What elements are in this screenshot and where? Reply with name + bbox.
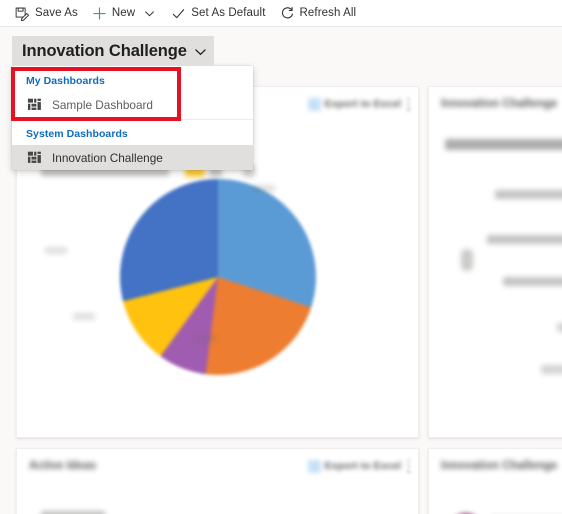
pie-label-3 (45, 247, 67, 254)
dashboard-selector-flyout: My Dashboards Sample Dashboard System Da… (12, 66, 253, 170)
plus-icon (92, 6, 107, 21)
pie-chart-area (25, 125, 410, 429)
save-as-icon (15, 6, 30, 21)
detail-field-value-2 (487, 235, 562, 244)
pie-label-1 (195, 335, 217, 342)
new-label: New (111, 7, 136, 19)
pie-chart[interactable] (119, 179, 316, 375)
export-to-excel-button[interactable]: Export to Excel (307, 459, 401, 473)
person-icon (461, 249, 473, 271)
excel-icon (307, 459, 321, 473)
checkmark-icon (171, 6, 186, 21)
detail-tile-bottom-right-header: Innovation Challenge (429, 449, 562, 483)
save-as-label: Save As (35, 7, 78, 19)
dashboard-selector[interactable]: Innovation Challenge (12, 36, 214, 66)
export-label: Export to Excel (324, 98, 401, 110)
detail-tile-right[interactable]: Innovation Challenge (428, 86, 562, 438)
dashboard-icon (26, 150, 42, 166)
more-options-icon[interactable] (407, 97, 410, 111)
dashboard-page: Challenge Status Export to Excel (0, 0, 562, 514)
refresh-all-button[interactable]: Refresh All (273, 0, 364, 26)
flyout-item-sample-dashboard-label: Sample Dashboard (52, 97, 153, 112)
set-as-default-label: Set As Default (191, 7, 266, 19)
detail-tile-bottom-right-title: Innovation Challenge (441, 460, 558, 472)
export-to-excel-button[interactable]: Export to Excel (307, 97, 401, 111)
group-header-system-dashboards: System Dashboards (26, 128, 128, 140)
chevron-down-icon[interactable] (141, 5, 157, 21)
more-options-icon[interactable] (407, 459, 410, 473)
flyout-item-innovation-challenge-label: Innovation Challenge (52, 150, 163, 165)
list-tile-bottom-left-actions[interactable]: Export to Excel (307, 459, 410, 473)
detail-field-value-3 (503, 277, 562, 286)
detail-field-value-5 (541, 365, 562, 374)
pie-label-2 (73, 313, 95, 320)
detail-field-value-4 (557, 323, 562, 332)
list-tile-bottom-left[interactable]: Active Ideas Export to Excel (16, 448, 419, 514)
list-tile-bottom-left-title: Active Ideas (29, 460, 97, 472)
refresh-icon (280, 6, 295, 21)
detail-field-value-1 (495, 190, 562, 199)
flyout-item-sample-dashboard[interactable]: Sample Dashboard (12, 92, 253, 117)
new-button[interactable]: New (85, 0, 164, 26)
chevron-down-icon[interactable] (194, 44, 208, 58)
save-as-button[interactable]: Save As (8, 0, 85, 26)
detail-tile-bottom-right[interactable]: Innovation Challenge (428, 448, 562, 514)
group-header-my-dashboards: My Dashboards (26, 75, 105, 87)
command-bar: Save As New Set As Default Refresh All (0, 0, 562, 27)
dashboard-selector-title: Innovation Challenge (22, 41, 187, 60)
detail-tile-right-title: Innovation Challenge (441, 98, 558, 110)
detail-tile-right-header: Innovation Challenge (429, 87, 562, 121)
detail-field-heading (445, 139, 562, 150)
flyout-item-innovation-challenge[interactable]: Innovation Challenge (12, 145, 253, 170)
set-as-default-button[interactable]: Set As Default (164, 0, 272, 26)
excel-icon (307, 97, 321, 111)
export-label: Export to Excel (324, 460, 401, 472)
refresh-all-label: Refresh All (299, 7, 357, 19)
dashboard-icon (26, 97, 42, 113)
list-tile-bottom-left-header: Active Ideas Export to Excel (17, 449, 418, 483)
pie-label-0 (253, 185, 275, 192)
pie-chart-tile-actions[interactable]: Export to Excel (307, 97, 410, 111)
